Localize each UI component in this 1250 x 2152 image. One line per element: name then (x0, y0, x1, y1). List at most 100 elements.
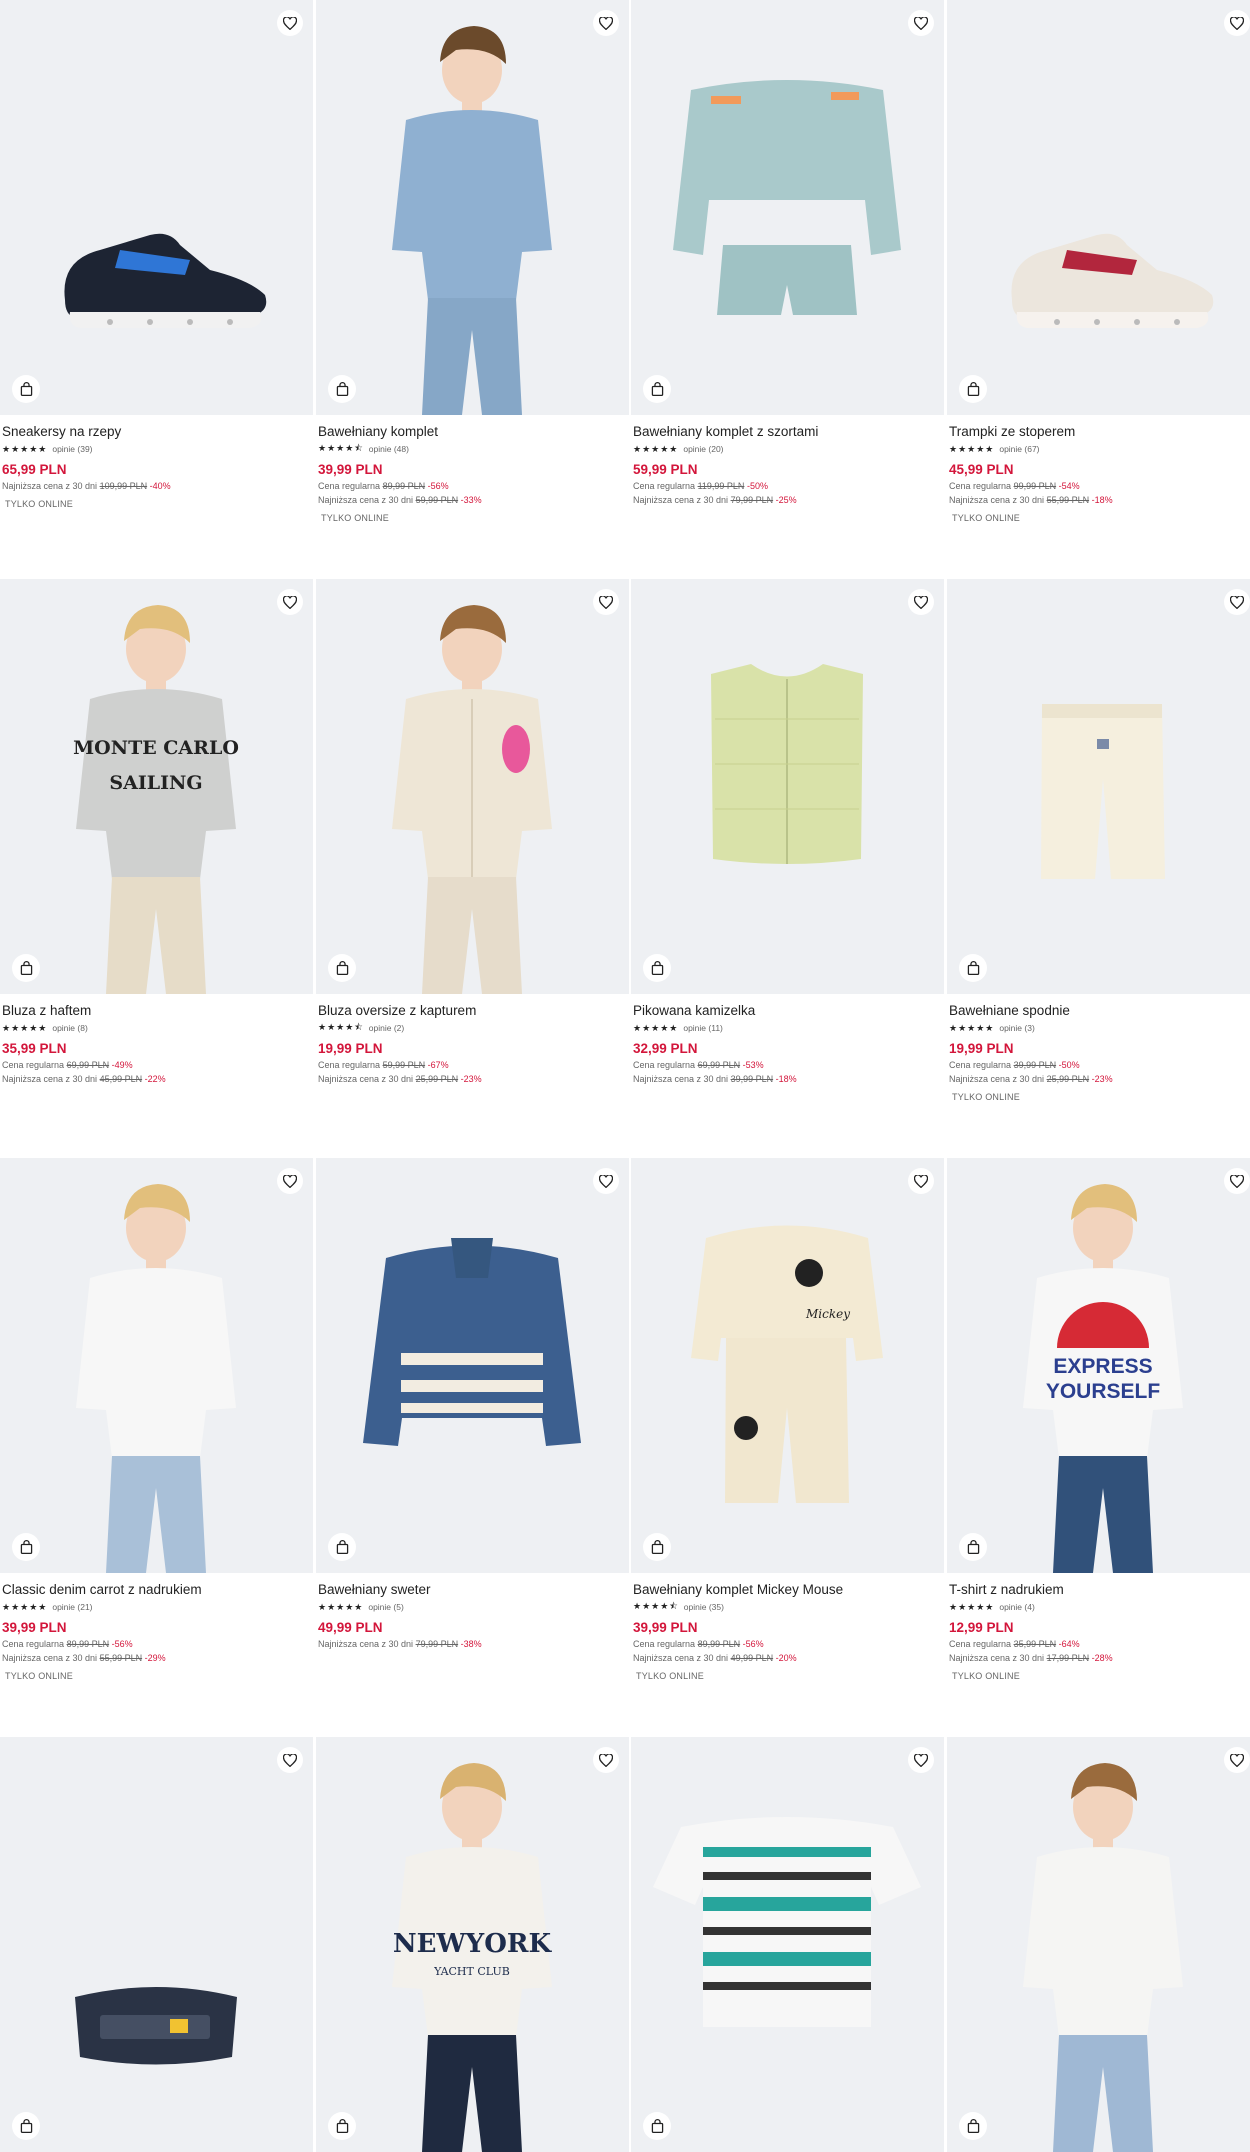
heart-icon (599, 1753, 613, 1767)
product-card[interactable]: MONTE CARLO SAILING Bluza z haftem ★★★★★… (0, 579, 313, 1086)
product-image[interactable]: Mickey (631, 1158, 944, 1573)
regular-discount: -49% (111, 1060, 133, 1070)
product-rating[interactable]: ★★★★★ opinie (4) (949, 1600, 1250, 1614)
wishlist-button[interactable] (1224, 589, 1250, 615)
product-card[interactable]: Pikowana kamizelka ★★★★★ opinie (11) 32,… (631, 579, 944, 1086)
product-image[interactable] (947, 0, 1250, 415)
product-image[interactable] (631, 0, 944, 415)
wishlist-button[interactable] (908, 589, 934, 615)
product-image[interactable] (316, 0, 629, 415)
product-rating[interactable]: ★★★★⯪ opinie (35) (633, 1600, 942, 1614)
wishlist-button[interactable] (1224, 1747, 1250, 1773)
product-image[interactable] (0, 1158, 313, 1573)
product-rating[interactable]: ★★★★★ opinie (11) (633, 1021, 942, 1035)
print-express: EXPRESS (1053, 1355, 1152, 1378)
product-title[interactable]: Bawełniany komplet (318, 423, 627, 441)
product-image[interactable] (0, 1737, 313, 2152)
product-title[interactable]: Bluza oversize z kapturem (318, 1002, 627, 1020)
wishlist-button[interactable] (277, 1168, 303, 1194)
product-image[interactable]: NEWYORK YACHT CLUB (316, 1737, 629, 2152)
product-image[interactable] (631, 579, 944, 994)
lowest-price: Najniższa cena z 30 dni 49,99 PLN -20% (633, 1653, 797, 1663)
product-card[interactable]: Sneakersy na rzepy ★★★★★ opinie (39) 65,… (0, 0, 313, 509)
product-title[interactable]: T-shirt z nadrukiem (949, 1581, 1250, 1599)
product-image[interactable] (947, 579, 1250, 994)
product-card[interactable] (631, 1737, 944, 2152)
wishlist-button[interactable] (277, 1747, 303, 1773)
product-card[interactable]: EXPRESS YOURSELF T-shirt z nadrukiem ★★★… (947, 1158, 1250, 1681)
product-title[interactable]: Classic denim carrot z nadrukiem (2, 1581, 311, 1599)
add-to-cart-button[interactable] (959, 375, 987, 403)
product-title[interactable]: Bawełniany komplet Mickey Mouse (633, 1581, 942, 1599)
product-rating[interactable]: ★★★★★ opinie (3) (949, 1021, 1250, 1035)
lowest-price-old: 79,99 PLN (415, 1639, 459, 1649)
wishlist-button[interactable] (593, 589, 619, 615)
product-title[interactable]: Pikowana kamizelka (633, 1002, 942, 1020)
add-to-cart-button[interactable] (12, 375, 40, 403)
product-image[interactable] (631, 1737, 944, 2152)
add-to-cart-button[interactable] (12, 2112, 40, 2140)
review-count: opinie (21) (52, 1602, 93, 1612)
wishlist-button[interactable] (908, 1747, 934, 1773)
product-rating[interactable]: ★★★★★ opinie (5) (318, 1600, 627, 1614)
add-to-cart-button[interactable] (959, 2112, 987, 2140)
add-to-cart-button[interactable] (328, 954, 356, 982)
add-to-cart-button[interactable] (328, 1533, 356, 1561)
product-rating[interactable]: ★★★★⯪ opinie (48) (318, 442, 627, 456)
heart-icon (1230, 595, 1244, 609)
product-title[interactable]: Bawełniane spodnie (949, 1002, 1250, 1020)
product-card[interactable]: Trampki ze stoperem ★★★★★ opinie (67) 45… (947, 0, 1250, 523)
add-to-cart-button[interactable] (959, 1533, 987, 1561)
product-card[interactable] (947, 1737, 1250, 2152)
add-to-cart-button[interactable] (643, 2112, 671, 2140)
wishlist-button[interactable] (593, 1168, 619, 1194)
wishlist-button[interactable] (908, 10, 934, 36)
add-to-cart-button[interactable] (328, 375, 356, 403)
print-yacht: YACHT CLUB (433, 1965, 510, 1978)
wishlist-button[interactable] (1224, 1168, 1250, 1194)
wishlist-button[interactable] (277, 10, 303, 36)
add-to-cart-button[interactable] (12, 1533, 40, 1561)
product-card[interactable]: Bawełniane spodnie ★★★★★ opinie (3) 19,9… (947, 579, 1250, 1102)
add-to-cart-button[interactable] (643, 954, 671, 982)
print-mickey: Mickey (805, 1307, 850, 1321)
product-image[interactable] (0, 0, 313, 415)
wishlist-button[interactable] (1224, 10, 1250, 36)
product-card[interactable]: Bawełniany komplet z szortami ★★★★★ opin… (631, 0, 944, 507)
product-card[interactable] (0, 1737, 313, 2152)
product-card[interactable]: Bawełniany komplet ★★★★⯪ opinie (48) 39,… (316, 0, 629, 523)
wishlist-button[interactable] (593, 1747, 619, 1773)
add-to-cart-button[interactable] (12, 954, 40, 982)
product-card[interactable]: Bawełniany sweter ★★★★★ opinie (5) 49,99… (316, 1158, 629, 1651)
product-image[interactable] (316, 579, 629, 994)
product-title[interactable]: Trampki ze stoperem (949, 423, 1250, 441)
heart-icon (914, 16, 928, 30)
add-to-cart-button[interactable] (959, 954, 987, 982)
product-image[interactable]: MONTE CARLO SAILING (0, 579, 313, 994)
wishlist-button[interactable] (593, 10, 619, 36)
add-to-cart-button[interactable] (328, 2112, 356, 2140)
product-rating[interactable]: ★★★★★ opinie (8) (2, 1021, 311, 1035)
wishlist-button[interactable] (277, 589, 303, 615)
product-rating[interactable]: ★★★★★ opinie (67) (949, 442, 1250, 456)
review-count: opinie (35) (683, 1602, 724, 1612)
product-rating[interactable]: ★★★★★ opinie (21) (2, 1600, 311, 1614)
wishlist-button[interactable] (908, 1168, 934, 1194)
product-image[interactable] (947, 1737, 1250, 2152)
product-card[interactable]: Mickey Bawełniany komplet Mickey Mouse ★… (631, 1158, 944, 1681)
lowest-price-old: 55,99 PLN (1046, 495, 1090, 505)
product-title[interactable]: Bawełniany sweter (318, 1581, 627, 1599)
product-title[interactable]: Bluza z haftem (2, 1002, 311, 1020)
add-to-cart-button[interactable] (643, 375, 671, 403)
product-image[interactable]: EXPRESS YOURSELF (947, 1158, 1250, 1573)
product-card[interactable]: Classic denim carrot z nadrukiem ★★★★★ o… (0, 1158, 313, 1681)
product-card[interactable]: Bluza oversize z kapturem ★★★★⯪ opinie (… (316, 579, 629, 1086)
product-rating[interactable]: ★★★★⯪ opinie (2) (318, 1021, 627, 1035)
add-to-cart-button[interactable] (643, 1533, 671, 1561)
product-card[interactable]: NEWYORK YACHT CLUB (316, 1737, 629, 2152)
product-title[interactable]: Sneakersy na rzepy (2, 423, 311, 441)
product-image[interactable] (316, 1158, 629, 1573)
product-rating[interactable]: ★★★★★ opinie (39) (2, 442, 311, 456)
product-title[interactable]: Bawełniany komplet z szortami (633, 423, 942, 441)
product-rating[interactable]: ★★★★★ opinie (20) (633, 442, 942, 456)
